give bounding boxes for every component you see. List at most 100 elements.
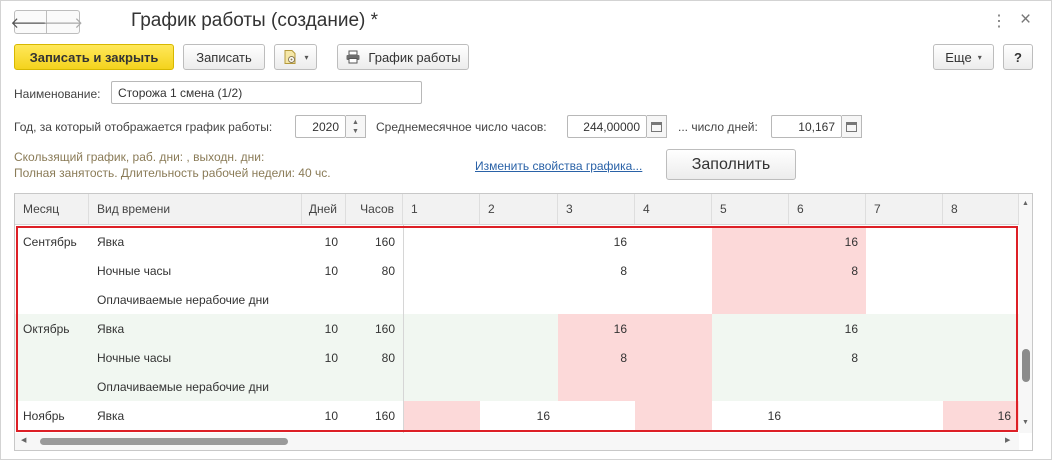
days-cell[interactable]: 10 [302, 401, 346, 430]
hours-cell[interactable]: 80 [346, 256, 403, 285]
day-cell[interactable] [480, 256, 558, 285]
time-kind-cell[interactable]: Оплачиваемые нерабочие дни [89, 285, 302, 314]
day-cell[interactable] [403, 343, 480, 372]
day-cell[interactable]: 16 [558, 314, 635, 343]
day-cell[interactable] [635, 401, 712, 430]
day-cell[interactable]: 16 [480, 401, 558, 430]
days-cell[interactable]: 10 [302, 343, 346, 372]
month-cell[interactable]: Сентябрь [15, 227, 89, 256]
days-cell[interactable] [302, 285, 346, 314]
day-cell[interactable] [480, 343, 558, 372]
scroll-up-icon[interactable]: ▲ [1022, 200, 1029, 207]
days-field[interactable]: 10,167 [771, 115, 842, 138]
days-cell[interactable] [302, 372, 346, 401]
day-cell[interactable] [712, 372, 789, 401]
more-actions-icon[interactable]: ⋮ [991, 11, 1007, 31]
day-cell[interactable] [866, 372, 943, 401]
day-cell[interactable] [712, 227, 789, 256]
forward-button[interactable]: 🡒 [43, 10, 83, 34]
day-cell[interactable] [866, 401, 943, 430]
day-cell[interactable] [635, 314, 712, 343]
day-cell[interactable]: 16 [789, 314, 866, 343]
hours-cell[interactable] [346, 372, 403, 401]
day-cell[interactable] [480, 372, 558, 401]
column-header-day-3[interactable]: 3 [558, 194, 635, 224]
day-cell[interactable] [403, 314, 480, 343]
day-cell[interactable] [866, 256, 943, 285]
table-row[interactable]: Сентябрь Явка 10 160 16 16 [15, 227, 1019, 256]
day-cell[interactable] [558, 401, 635, 430]
hours-cell[interactable] [346, 285, 403, 314]
time-kind-cell[interactable]: Явка [89, 227, 302, 256]
day-cell[interactable] [635, 343, 712, 372]
change-schedule-properties-link[interactable]: Изменить свойства графика... [475, 159, 642, 173]
column-header-day-1[interactable]: 1 [403, 194, 480, 224]
more-menu-button[interactable]: Еще ▾ [933, 44, 994, 70]
calculator-icon[interactable] [647, 115, 667, 138]
hours-cell[interactable]: 160 [346, 314, 403, 343]
day-cell[interactable] [712, 314, 789, 343]
vertical-scroll-thumb[interactable] [1022, 349, 1030, 382]
scroll-down-icon[interactable]: ▼ [1022, 419, 1029, 426]
day-cell[interactable] [480, 227, 558, 256]
hours-cell[interactable]: 80 [346, 343, 403, 372]
work-schedule-print-button[interactable]: График работы [337, 44, 469, 70]
table-row[interactable]: Оплачиваемые нерабочие дни [15, 372, 1019, 401]
day-cell[interactable] [943, 343, 1019, 372]
table-row[interactable]: Ночные часы 10 80 8 8 [15, 256, 1019, 285]
hours-cell[interactable]: 160 [346, 401, 403, 430]
table-row[interactable]: Ночные часы 10 80 8 8 [15, 343, 1019, 372]
days-cell[interactable]: 10 [302, 314, 346, 343]
day-cell[interactable] [403, 401, 480, 430]
day-cell[interactable] [480, 314, 558, 343]
hours-cell[interactable]: 160 [346, 227, 403, 256]
day-cell[interactable] [712, 285, 789, 314]
scroll-right-icon[interactable]: ▶ [1005, 436, 1010, 444]
close-icon[interactable]: × [1020, 9, 1031, 31]
name-field[interactable]: Сторожа 1 смена (1/2) [111, 81, 422, 104]
month-cell[interactable]: Октябрь [15, 314, 89, 343]
month-cell[interactable] [15, 256, 89, 285]
day-cell[interactable] [558, 372, 635, 401]
help-button[interactable]: ? [1003, 44, 1033, 70]
day-cell[interactable] [943, 372, 1019, 401]
table-row[interactable]: Ноябрь Явка 10 160 16 16 16 [15, 401, 1019, 430]
day-cell[interactable] [403, 285, 480, 314]
day-cell[interactable] [943, 285, 1019, 314]
column-header-day-5[interactable]: 5 [712, 194, 789, 224]
day-cell[interactable] [866, 285, 943, 314]
day-cell[interactable] [403, 256, 480, 285]
day-cell[interactable]: 16 [943, 401, 1019, 430]
column-header-hours[interactable]: Часов [346, 194, 403, 224]
save-and-close-button[interactable]: Записать и закрыть [14, 44, 174, 70]
column-header-day-6[interactable]: 6 [789, 194, 866, 224]
horizontal-scrollbar[interactable]: ◀ ▶ [15, 433, 1019, 450]
day-cell[interactable] [789, 401, 866, 430]
year-field[interactable]: 2020 [295, 115, 346, 138]
day-cell[interactable] [403, 372, 480, 401]
days-cell[interactable]: 10 [302, 227, 346, 256]
day-cell[interactable] [712, 256, 789, 285]
column-header-day-2[interactable]: 2 [480, 194, 558, 224]
month-cell[interactable] [15, 372, 89, 401]
day-cell[interactable] [712, 343, 789, 372]
table-row[interactable]: Октябрь Явка 10 160 16 16 [15, 314, 1019, 343]
day-cell[interactable] [635, 285, 712, 314]
fill-button[interactable]: Заполнить [666, 149, 796, 180]
time-kind-cell[interactable]: Ночные часы [89, 343, 302, 372]
time-kind-cell[interactable]: Ночные часы [89, 256, 302, 285]
month-cell[interactable] [15, 343, 89, 372]
day-cell[interactable]: 8 [789, 343, 866, 372]
day-cell[interactable] [789, 372, 866, 401]
day-cell[interactable]: 16 [558, 227, 635, 256]
month-cell[interactable] [15, 285, 89, 314]
day-cell[interactable] [558, 285, 635, 314]
day-cell[interactable] [943, 256, 1019, 285]
day-cell[interactable]: 16 [789, 227, 866, 256]
calculator-icon[interactable] [842, 115, 862, 138]
horizontal-scroll-thumb[interactable] [40, 438, 288, 445]
day-cell[interactable] [866, 314, 943, 343]
time-kind-cell[interactable]: Явка [89, 314, 302, 343]
vertical-scrollbar[interactable]: ▲ ▼ [1019, 194, 1032, 433]
day-cell[interactable]: 8 [558, 343, 635, 372]
